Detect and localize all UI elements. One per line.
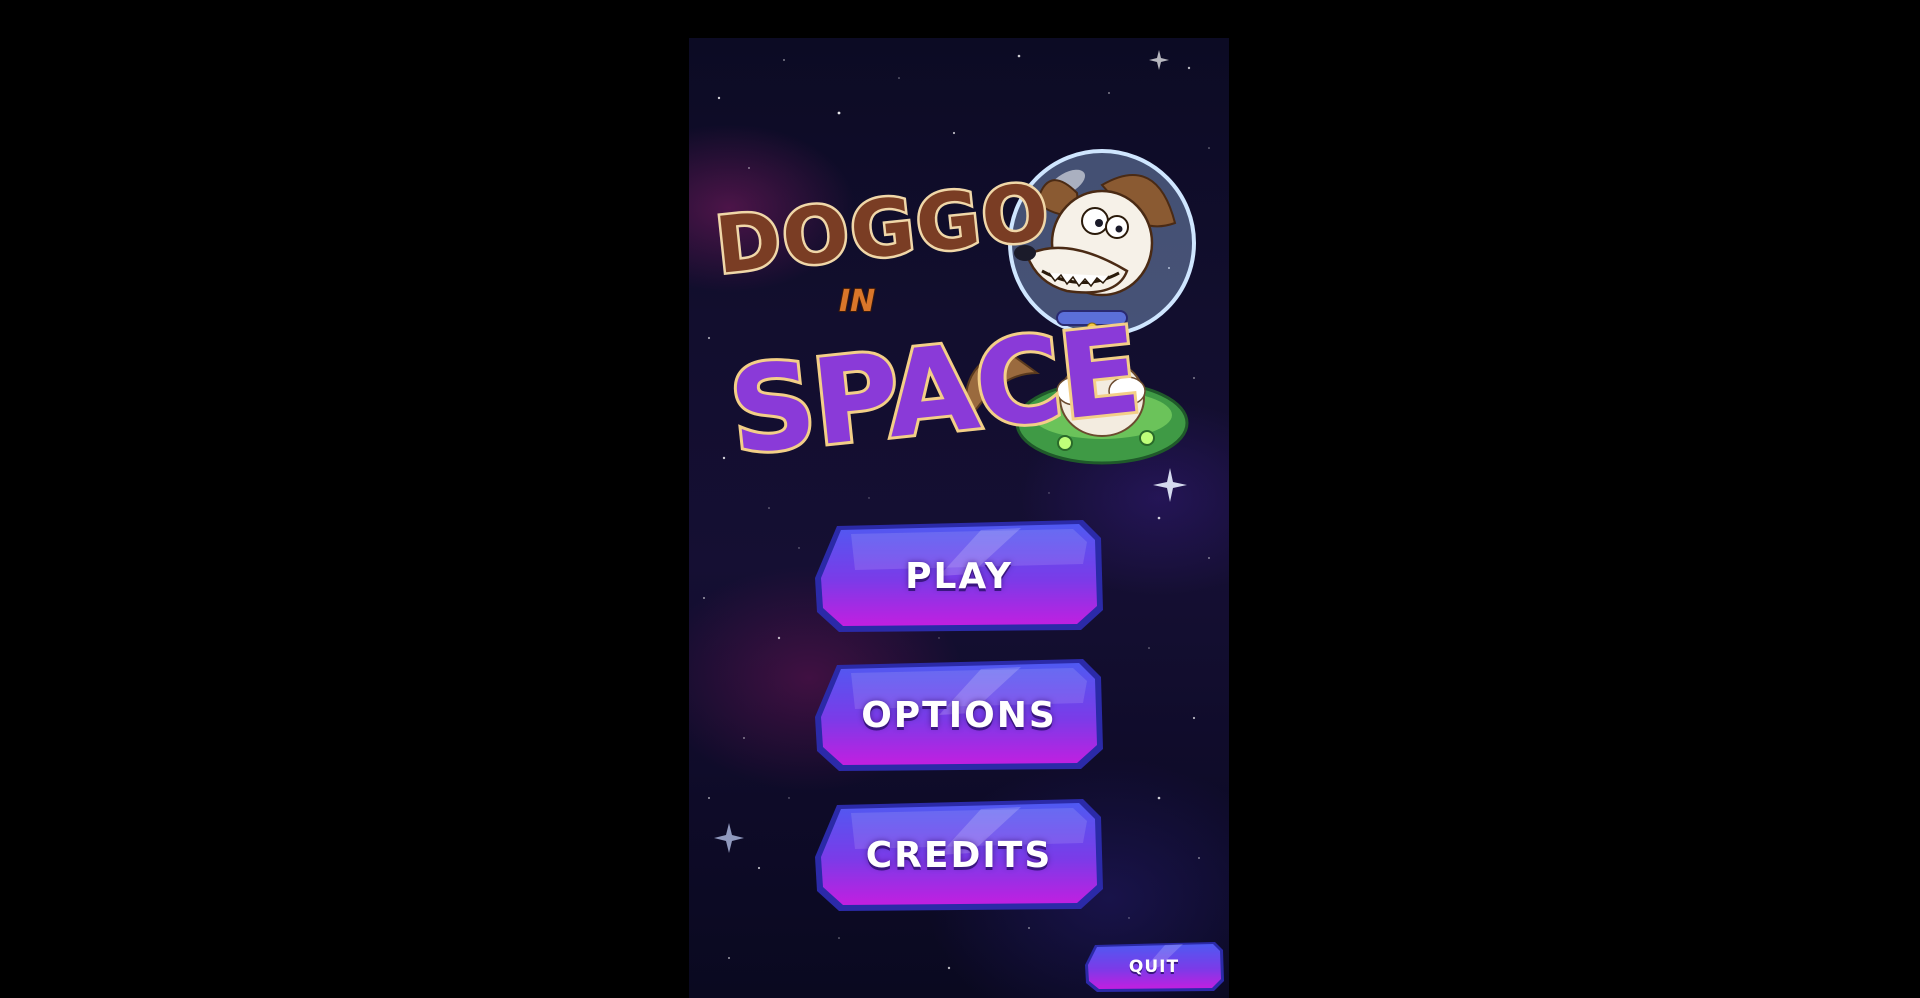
quit-button[interactable]: QUIT [1083,941,1225,993]
options-button-label: OPTIONS [861,694,1057,736]
options-button[interactable]: OPTIONS [811,657,1107,773]
game-canvas: DOGGO IN SPACE PLAY OPTIONS CREDITS QUIT [689,38,1229,998]
sparkle-star-left [714,823,744,853]
credits-button-label: CREDITS [865,834,1053,876]
svg-text:DOGGO: DOGGO [712,167,1055,292]
svg-text:IN: IN [839,284,875,319]
title-doggo: DOGGO [709,165,1057,295]
credits-button[interactable]: CREDITS [811,797,1107,913]
sparkle-star-tiny [1149,50,1169,70]
play-button-label: PLAY [905,555,1013,597]
game-logo: DOGGO IN SPACE [707,123,1212,523]
quit-button-label: QUIT [1128,957,1180,977]
title-in: IN [838,283,876,320]
play-button[interactable]: PLAY [811,518,1107,634]
